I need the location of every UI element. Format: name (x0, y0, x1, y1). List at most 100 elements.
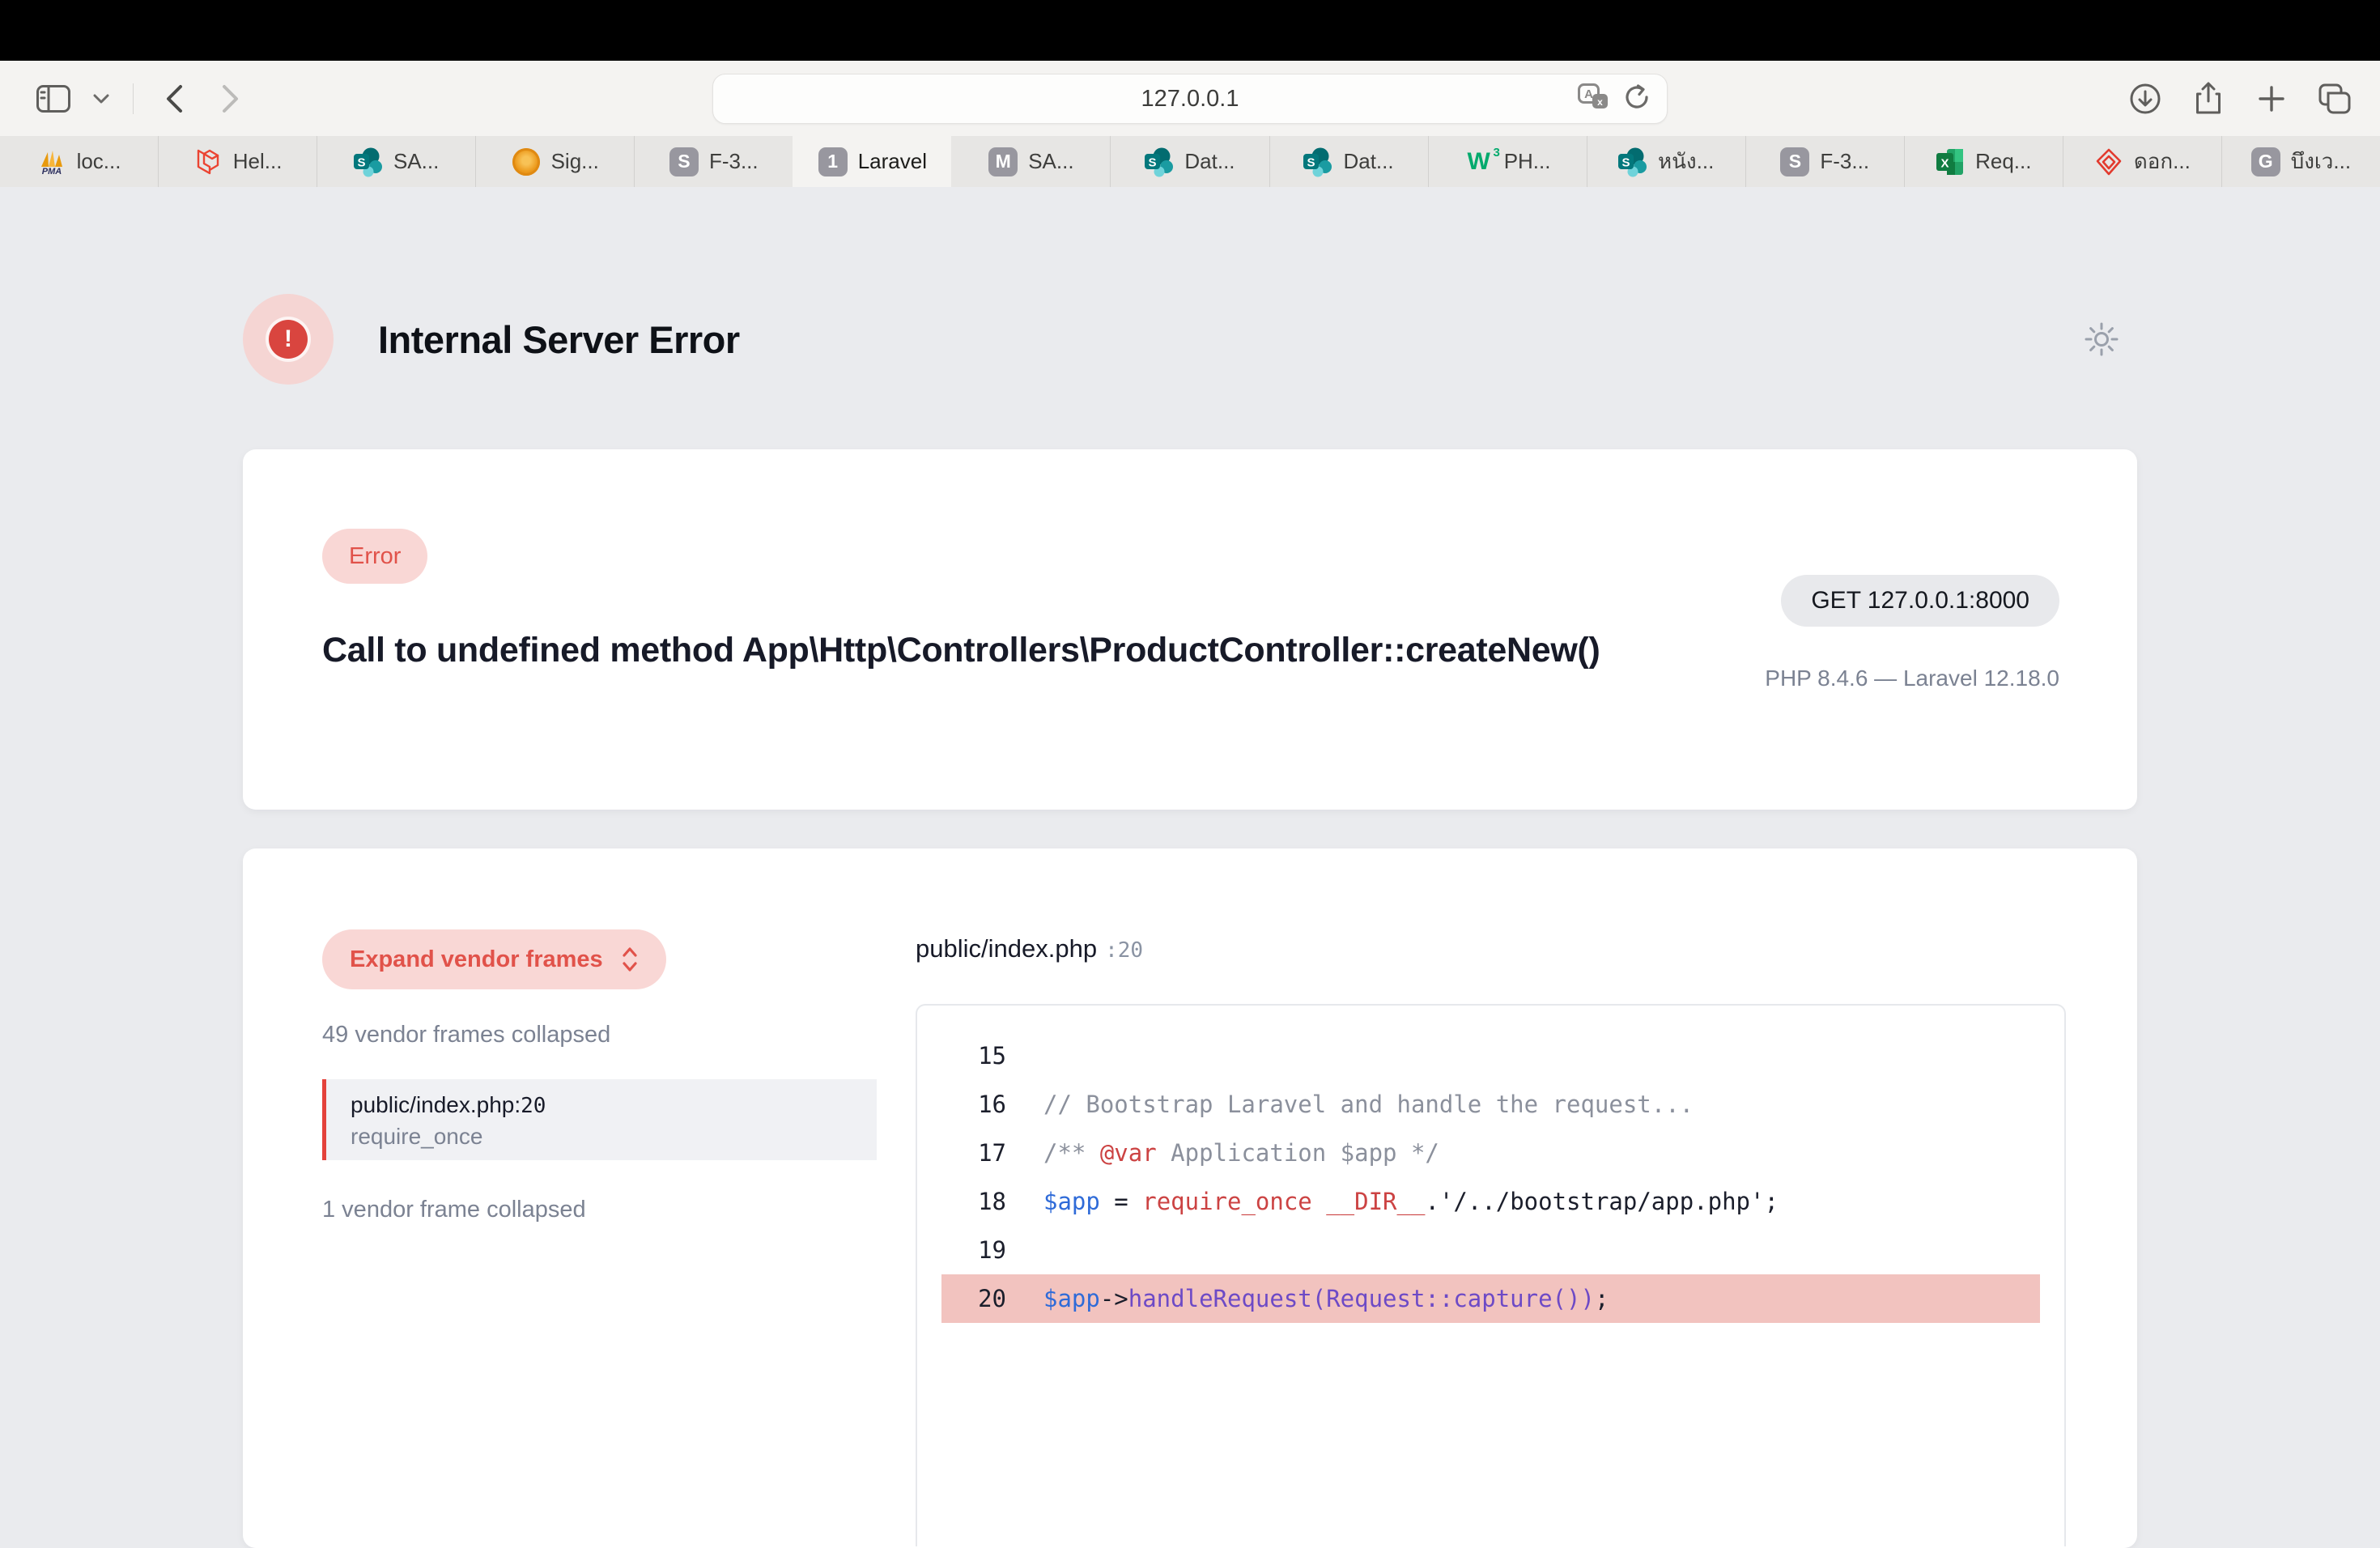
browser-tab[interactable]: S Dat... (1110, 136, 1269, 187)
new-tab-icon[interactable] (2250, 78, 2293, 120)
macos-menubar (0, 0, 2380, 61)
back-button[interactable] (153, 78, 195, 120)
tab-label: ดอก... (2134, 145, 2191, 178)
browser-tab[interactable]: X Req... (1904, 136, 2063, 187)
browser-tab[interactable]: W3 PH... (1428, 136, 1587, 187)
stack-trace-card: Expand vendor frames 49 vendor frames co… (243, 848, 2137, 1548)
browser-tab[interactable]: MSA... (951, 136, 1110, 187)
error-page: ! Internal Server Error Error Call to un… (0, 187, 2380, 1548)
browser-tab-active[interactable]: 1 Laravel (793, 136, 951, 187)
frame-method: require_once (351, 1124, 877, 1150)
sidebar-chevron-down-icon[interactable] (89, 78, 113, 120)
code-snippet-title: public/index.php :20 (916, 934, 2066, 963)
tab-label: Sig... (551, 149, 599, 174)
code-source (1006, 1226, 1043, 1274)
theme-toggle-sun-icon[interactable] (2080, 318, 2123, 360)
code-source: $app = require_once __DIR__.'/../bootstr… (1006, 1177, 1779, 1226)
tab-label: Dat... (1343, 149, 1393, 174)
tab-bar: PMAloc...Hel...SSA...Sig...SF-3...1Larav… (0, 136, 2380, 187)
line-number: 15 (941, 1031, 1006, 1080)
code-source: $app->handleRequest(Request::capture()); (1006, 1274, 1609, 1323)
sharepoint-icon: S (1303, 147, 1332, 176)
phpmyadmin-icon: PMA (37, 147, 66, 176)
browser-tab[interactable]: PMAloc... (0, 136, 158, 187)
toolbar-divider (133, 83, 134, 114)
chevron-up-down-icon (621, 946, 639, 973)
error-message: Call to undefined method App\Http\Contro… (322, 623, 1600, 678)
browser-tab[interactable]: S Dat... (1269, 136, 1428, 187)
tab-label: Laravel (858, 149, 927, 174)
tab-label: Req... (1975, 149, 2031, 174)
tab-overview-icon[interactable] (2314, 78, 2356, 120)
browser-tab[interactable]: S SA... (317, 136, 475, 187)
code-source: // Bootstrap Laravel and handle the requ… (1006, 1080, 1694, 1129)
browser-tab[interactable]: Sig... (475, 136, 634, 187)
red-chevrons-icon (2094, 147, 2123, 176)
browser-tab[interactable]: SF-3... (634, 136, 793, 187)
sidebar-toggle-icon[interactable] (32, 78, 74, 120)
error-bubble-icon: ! (243, 294, 334, 385)
code-snippet-box: 1516// Bootstrap Laravel and handle the … (916, 1004, 2066, 1546)
vendor-frames-collapsed-above: 49 vendor frames collapsed (322, 1022, 877, 1048)
laravel-icon (193, 147, 223, 176)
exclamation-circle-icon: ! (269, 320, 308, 359)
browser-tab[interactable]: SF-3... (1745, 136, 1904, 187)
line-number: 18 (941, 1177, 1006, 1226)
line-number: 20 (941, 1274, 1006, 1323)
stack-frame-item[interactable]: public/index.php:20 require_once (322, 1079, 877, 1160)
code-line-highlighted: 20$app->handleRequest(Request::capture()… (941, 1274, 2040, 1323)
code-line: 18$app = require_once __DIR__.'/../boots… (941, 1177, 2040, 1226)
expand-vendor-frames-button[interactable]: Expand vendor frames (322, 929, 666, 989)
browser-toolbar: 127.0.0.1 Ax (0, 61, 2380, 136)
url-text: 127.0.0.1 (1141, 86, 1239, 113)
sharepoint-icon: S (1145, 147, 1174, 176)
svg-text:PMA: PMA (41, 167, 62, 176)
code-source: /** @var Application $app */ (1006, 1129, 1439, 1177)
snippet-line-ref: :20 (1105, 938, 1143, 963)
line-number: 16 (941, 1080, 1006, 1129)
error-summary-card: Error Call to undefined method App\Http\… (243, 449, 2137, 810)
downloads-icon[interactable] (2124, 78, 2166, 120)
w3schools-icon: W3 (1464, 147, 1494, 176)
orange-seal-icon (512, 147, 541, 176)
svg-text:S: S (1307, 155, 1315, 169)
frame-file: public/index.php:20 (351, 1092, 877, 1118)
error-type-badge: Error (322, 529, 427, 584)
translate-icon[interactable]: Ax (1578, 83, 1610, 115)
code-line: 17/** @var Application $app */ (941, 1129, 2040, 1177)
share-icon[interactable] (2187, 78, 2229, 120)
expand-vendor-frames-label: Expand vendor frames (350, 946, 603, 973)
tab-label: Dat... (1184, 149, 1235, 174)
svg-text:X: X (1941, 156, 1949, 170)
tab-label: หนัง... (1658, 145, 1714, 178)
forward-button[interactable] (210, 78, 252, 120)
code-line: 15 (941, 1031, 2040, 1080)
svg-text:S: S (1149, 155, 1157, 169)
letter-m-icon: M (988, 147, 1018, 176)
browser-tab[interactable]: ดอก... (2063, 136, 2221, 187)
svg-text:A: A (1584, 87, 1593, 101)
tab-label: SA... (393, 149, 439, 174)
number-1-icon: 1 (818, 147, 848, 176)
code-line: 19 (941, 1226, 2040, 1274)
url-bar[interactable]: 127.0.0.1 Ax (712, 74, 1668, 124)
reload-icon[interactable] (1623, 83, 1651, 116)
browser-tab[interactable]: Gบึงเว... (2221, 136, 2380, 187)
line-number: 19 (941, 1226, 1006, 1274)
letter-g-icon: G (2251, 147, 2280, 176)
browser-tab[interactable]: S หนัง... (1587, 136, 1745, 187)
frames-column: Expand vendor frames 49 vendor frames co… (322, 929, 877, 1548)
code-source (1006, 1031, 1043, 1080)
tab-label: F-3... (1820, 149, 1869, 174)
sharepoint-icon: S (354, 147, 383, 176)
page-title: Internal Server Error (378, 317, 740, 362)
vendor-frames-collapsed-below: 1 vendor frame collapsed (322, 1197, 877, 1223)
code-column: public/index.php :20 1516// Bootstrap Lar… (916, 929, 2066, 1548)
sharepoint-icon: S (1618, 147, 1647, 176)
php-laravel-versions: PHP 8.4.6 — Laravel 12.18.0 (1765, 666, 2059, 691)
browser-tab[interactable]: Hel... (158, 136, 317, 187)
letter-s-icon: S (669, 147, 699, 176)
tab-label: PH... (1504, 149, 1551, 174)
code-line: 16// Bootstrap Laravel and handle the re… (941, 1080, 2040, 1129)
snippet-filename: public/index.php (916, 934, 1097, 963)
